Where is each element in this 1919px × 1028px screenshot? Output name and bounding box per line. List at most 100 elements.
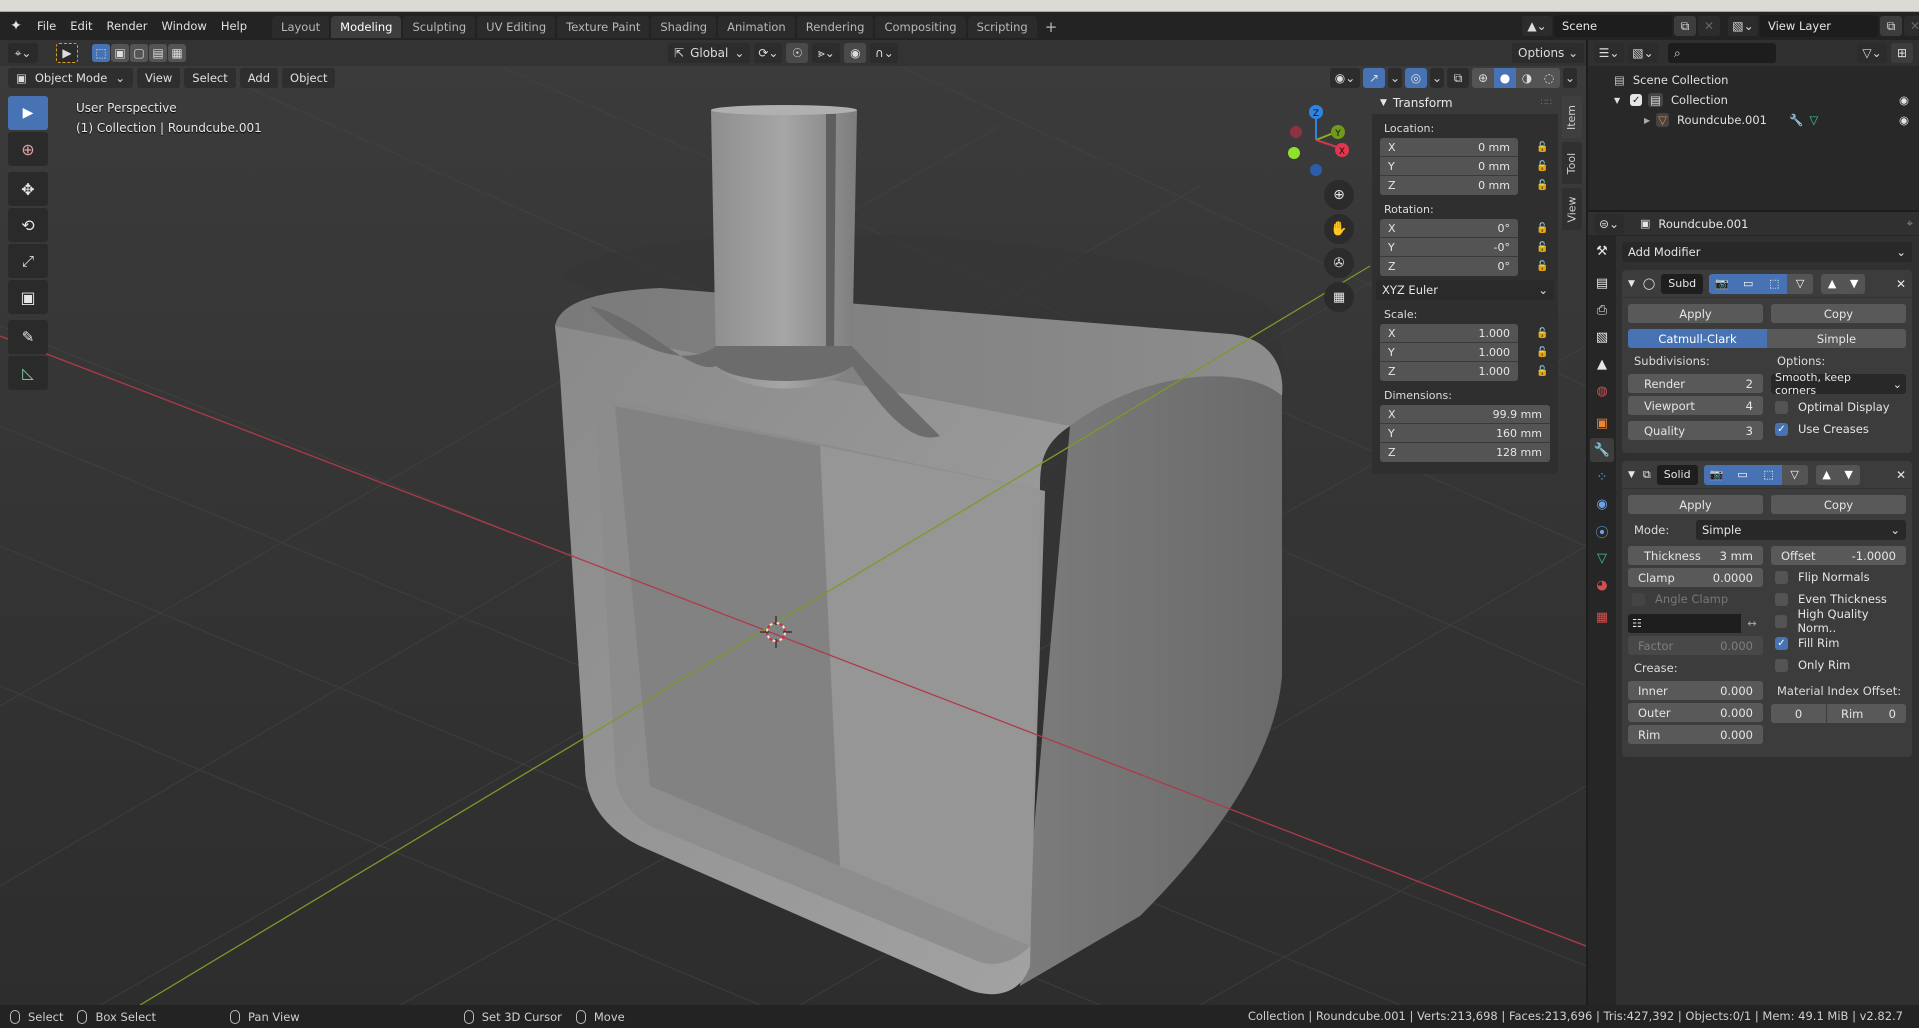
tab-scripting[interactable]: Scripting xyxy=(967,16,1037,38)
snap-toggle-icon[interactable]: ☉ xyxy=(786,43,809,63)
vertex-group-field[interactable]: ☷ xyxy=(1628,614,1741,633)
dimension-y-field[interactable]: Y 160 mm xyxy=(1380,424,1550,443)
lock-icon[interactable]: 🔓 xyxy=(1536,142,1550,154)
rendered-shading-icon[interactable]: ◌ xyxy=(1538,68,1560,88)
high-quality-normals-checkbox[interactable]: High Quality Norm.. xyxy=(1771,607,1906,635)
overlay-toggle-icon[interactable]: ◎ xyxy=(1405,68,1427,88)
scale-y-field[interactable]: Y 1.000 xyxy=(1380,343,1518,362)
cursor-tool[interactable]: ⊕ xyxy=(8,132,48,166)
tab-rendering[interactable]: Rendering xyxy=(796,16,874,38)
tab-uv-editing[interactable]: UV Editing xyxy=(477,16,556,38)
uv-smooth-dropdown[interactable]: Smooth, keep corners ⌄ xyxy=(1771,371,1906,397)
viewport-toggle-icon[interactable]: ▭ xyxy=(1729,464,1756,485)
move-down-icon[interactable]: ▼ xyxy=(1843,273,1866,294)
close-icon[interactable]: ✕ xyxy=(1896,468,1906,482)
move-tool[interactable]: ✥ xyxy=(8,172,48,206)
tab-constraints[interactable]: ⦿ xyxy=(1590,519,1614,543)
new-collection-icon[interactable]: ⊞ xyxy=(1891,43,1913,63)
modifier-wrench-icon[interactable]: 🔧 xyxy=(1789,113,1803,127)
overlay-dropdown-icon[interactable]: ⌄ xyxy=(1430,68,1444,88)
tab-shading[interactable]: Shading xyxy=(651,16,717,38)
mode-dropdown[interactable]: ▣ Object Mode ⌄ xyxy=(8,68,133,88)
select-extend-icon[interactable]: ▣ xyxy=(111,44,129,62)
viewport-levels-field[interactable]: Viewport 4 xyxy=(1628,396,1763,415)
proportional-edit-icon[interactable]: ◉ xyxy=(844,43,867,63)
zoom-view-button[interactable]: ⊕ xyxy=(1324,180,1354,210)
rotation-y-field[interactable]: Y -0° xyxy=(1380,238,1518,257)
location-y-field[interactable]: Y0 mm xyxy=(1380,157,1518,176)
lock-icon[interactable]: 🔓 xyxy=(1536,161,1550,173)
material-offset-rim-field[interactable]: Rim 0 xyxy=(1827,704,1906,723)
solid-copy-button[interactable]: Copy xyxy=(1771,495,1906,514)
tab-object[interactable]: ▣ xyxy=(1590,411,1614,435)
tab-texture[interactable]: ▦ xyxy=(1590,605,1614,629)
expand-triangle-icon[interactable]: ▼ xyxy=(1614,96,1620,105)
delete-scene-icon[interactable]: ✕ xyxy=(1698,16,1720,36)
select-subtract-icon[interactable]: ▢ xyxy=(130,44,148,62)
thickness-field[interactable]: Thickness 3 mm xyxy=(1628,546,1763,565)
neg-z-axis-dot[interactable] xyxy=(1310,164,1322,176)
menu-help[interactable]: Help xyxy=(214,15,254,37)
tab-texture-paint[interactable]: Texture Paint xyxy=(557,16,650,38)
subd-copy-button[interactable]: Copy xyxy=(1771,304,1906,323)
view-layer-selector-icon[interactable]: ▧⌄ xyxy=(1728,16,1758,36)
tab-sculpting[interactable]: Sculpting xyxy=(403,16,476,38)
cage-toggle-icon[interactable]: ▽ xyxy=(1787,273,1814,294)
catmull-clark-button[interactable]: Catmull-Clark xyxy=(1628,329,1767,348)
outliner-row-object[interactable]: ▶ ▽ Roundcube.001 🔧 ▽ ◉ xyxy=(1588,110,1919,130)
scene-selector-icon[interactable]: ▲⌄ xyxy=(1522,16,1552,36)
rotate-tool[interactable]: ⟲ xyxy=(8,208,48,242)
tab-render[interactable]: ▤ xyxy=(1590,271,1614,295)
render-levels-field[interactable]: Render 2 xyxy=(1628,374,1763,393)
pan-view-button[interactable]: ✋ xyxy=(1324,214,1354,244)
render-toggle-icon[interactable]: 📷 xyxy=(1709,273,1736,294)
dimension-x-field[interactable]: X 99.9 mm xyxy=(1380,405,1550,424)
display-mode-icon[interactable]: ▧⌄ xyxy=(1628,43,1658,63)
use-creases-checkbox[interactable]: ✓ Use Creases xyxy=(1771,420,1906,438)
navigation-gizmo[interactable]: Z Y X xyxy=(1276,96,1376,196)
dimension-z-field[interactable]: Z 128 mm xyxy=(1380,443,1550,462)
lock-icon[interactable]: 🔓 xyxy=(1536,347,1550,359)
move-up-icon[interactable]: ▲ xyxy=(1821,273,1844,294)
menu-add[interactable]: Add xyxy=(239,68,279,88)
menu-window[interactable]: Window xyxy=(154,15,213,37)
eye-icon[interactable]: ◉ xyxy=(1899,93,1909,107)
location-z-field[interactable]: Z0 mm xyxy=(1380,176,1518,195)
crease-rim-field[interactable]: Rim 0.000 xyxy=(1628,725,1763,744)
select-new-icon[interactable]: ⬚ xyxy=(92,44,110,62)
filter-icon[interactable]: ▽⌄ xyxy=(1857,43,1887,63)
outliner-editor-type-icon[interactable]: ☰⌄ xyxy=(1594,43,1624,63)
tab-data[interactable]: ▽ xyxy=(1590,546,1614,570)
tab-physics[interactable]: ◉ xyxy=(1590,492,1614,516)
render-toggle-icon[interactable]: 📷 xyxy=(1703,464,1730,485)
xray-toggle-icon[interactable]: ⧉ xyxy=(1447,68,1469,88)
neg-y-axis-dot[interactable] xyxy=(1288,147,1300,159)
outliner-search-input[interactable]: ⌕ xyxy=(1668,43,1776,63)
factor-field[interactable]: Factor 0.000 xyxy=(1628,636,1763,655)
lock-icon[interactable]: 🔓 xyxy=(1536,180,1550,192)
scene-name-field[interactable]: Scene xyxy=(1554,15,1672,37)
material-shading-icon[interactable]: ◑ xyxy=(1516,68,1538,88)
scale-x-field[interactable]: X 1.000 xyxy=(1380,324,1518,343)
clamp-field[interactable]: Clamp 0.0000 xyxy=(1628,568,1763,587)
modifier-name-field[interactable]: Subd xyxy=(1661,273,1704,294)
lock-icon[interactable]: 🔓 xyxy=(1536,242,1550,254)
tab-world[interactable]: ◍ xyxy=(1590,379,1614,403)
tab-animation[interactable]: Animation xyxy=(718,16,795,38)
tab-tool-settings[interactable]: ⚒ xyxy=(1590,239,1614,263)
location-x-field[interactable]: X0 mm xyxy=(1380,138,1518,157)
tab-tool[interactable]: Tool xyxy=(1562,142,1582,184)
outliner-row-collection[interactable]: ▼ ✓ ▤ Collection ◉ xyxy=(1588,90,1919,110)
select-tool-icon[interactable]: ▶ xyxy=(56,43,78,63)
editmode-toggle-icon[interactable]: ⬚ xyxy=(1761,273,1788,294)
simple-subdivision-button[interactable]: Simple xyxy=(1767,329,1906,348)
camera-view-button[interactable]: ✇ xyxy=(1324,248,1354,278)
perspective-toggle-button[interactable]: ▦ xyxy=(1324,282,1354,312)
exclude-checkbox[interactable]: ✓ xyxy=(1630,94,1643,106)
drag-handle-icon[interactable]: ∷∷ xyxy=(1541,98,1552,108)
neg-x-axis-dot[interactable] xyxy=(1290,126,1302,138)
select-box-tool[interactable]: ▶ xyxy=(8,96,48,130)
shading-dropdown-icon[interactable]: ⌄ xyxy=(1563,68,1577,88)
invert-vertex-group-icon[interactable]: ↔ xyxy=(1741,614,1763,633)
expand-triangle-icon[interactable]: ▶ xyxy=(1644,116,1650,125)
